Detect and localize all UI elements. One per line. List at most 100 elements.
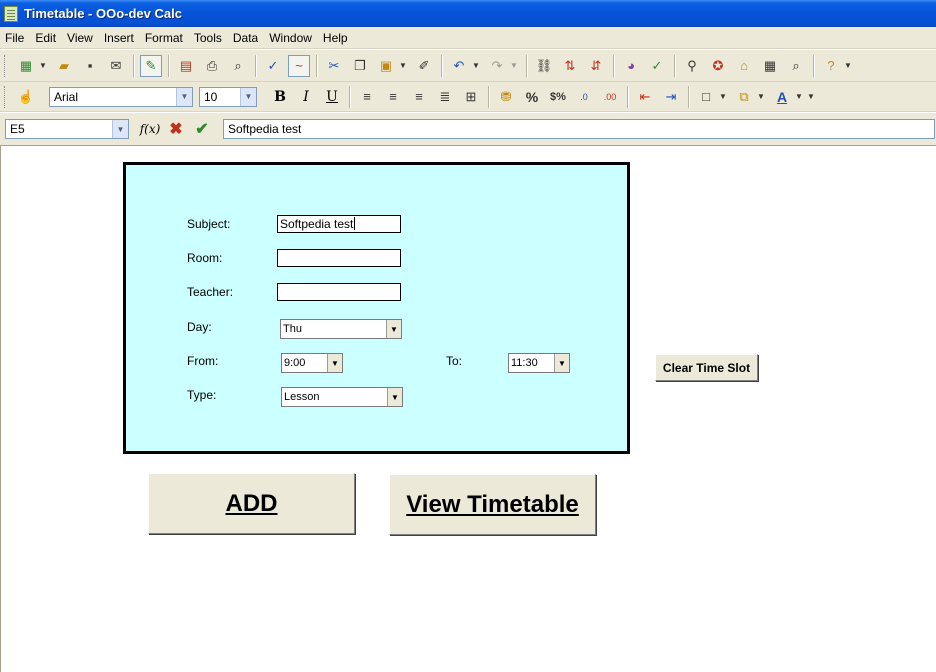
background-dropdown-arrow-icon[interactable]: ▼ xyxy=(755,86,767,108)
to-select[interactable]: 11:30 ▼ xyxy=(508,353,570,373)
title-bar[interactable]: Timetable - OOo-dev Calc xyxy=(0,0,936,27)
menu-format[interactable]: Format xyxy=(140,31,189,45)
toolbar-separator xyxy=(688,85,689,108)
chevron-down-icon[interactable]: ▼ xyxy=(176,87,192,106)
toolbar-options-arrow-icon[interactable]: ▼ xyxy=(842,55,854,77)
teacher-input[interactable] xyxy=(277,283,401,301)
increase-indent-icon[interactable]: ⇥ xyxy=(660,86,682,108)
underline-button[interactable]: U xyxy=(321,86,343,108)
draw-functions-icon[interactable]: ✓ xyxy=(646,55,668,77)
find-replace-icon[interactable]: ⚲ xyxy=(681,55,703,77)
spellcheck-icon[interactable]: ✓ xyxy=(262,55,284,77)
formula-content: Softpedia test xyxy=(228,122,302,136)
view-timetable-button[interactable]: View Timetable xyxy=(389,474,596,535)
bold-icon: B xyxy=(274,88,286,105)
sort-descending-icon[interactable]: ⇵ xyxy=(585,55,607,77)
autospellcheck-icon[interactable]: ~ xyxy=(288,54,310,77)
formula-input[interactable]: Softpedia test xyxy=(223,119,935,139)
font-name-value: Arial xyxy=(54,89,79,104)
gallery-icon[interactable]: ⌂ xyxy=(733,55,755,77)
redo-icon[interactable]: ↷ xyxy=(486,55,508,77)
from-select[interactable]: 9:00 ▼ xyxy=(281,353,343,373)
menu-help[interactable]: Help xyxy=(318,31,354,45)
toolbar-separator xyxy=(316,54,317,77)
menu-tools[interactable]: Tools xyxy=(189,31,228,45)
cancel-icon[interactable]: ✖ xyxy=(165,118,187,140)
save-icon[interactable]: ▪ xyxy=(79,55,101,77)
clear-time-slot-button[interactable]: Clear Time Slot xyxy=(655,354,758,381)
function-wizard-button[interactable]: f(x) xyxy=(139,118,161,140)
menu-view[interactable]: View xyxy=(62,31,99,45)
accept-icon[interactable]: ✔ xyxy=(191,118,213,140)
sort-ascending-icon[interactable]: ⇅ xyxy=(559,55,581,77)
borders-icon[interactable]: □ xyxy=(695,86,717,108)
align-center-icon[interactable]: ≡ xyxy=(382,86,404,108)
menu-window[interactable]: Window xyxy=(264,31,318,45)
add-decimal-icon[interactable]: .0 xyxy=(573,86,595,108)
cut-icon[interactable]: ✂ xyxy=(323,55,345,77)
font-size-combo[interactable]: 10 ▼ xyxy=(199,86,257,107)
align-right-icon[interactable]: ≡ xyxy=(408,86,430,108)
bold-button[interactable]: B xyxy=(269,86,291,108)
decrease-indent-icon[interactable]: ⇤ xyxy=(634,86,656,108)
room-input[interactable] xyxy=(277,249,401,267)
type-value: Lesson xyxy=(284,391,320,403)
font-name-combo[interactable]: Arial ▼ xyxy=(49,86,193,107)
edit-file-icon[interactable]: ✎ xyxy=(140,54,162,77)
paste-icon[interactable]: ▣ xyxy=(375,55,397,77)
chevron-down-icon[interactable]: ▼ xyxy=(387,388,402,406)
export-pdf-icon[interactable]: ▤ xyxy=(175,55,197,77)
background-color-icon[interactable]: ⧉ xyxy=(733,86,755,108)
standard-format-button[interactable]: $% xyxy=(547,86,569,108)
chevron-down-icon[interactable]: ▼ xyxy=(327,354,342,372)
chevron-down-icon[interactable]: ▼ xyxy=(240,87,256,106)
borders-dropdown-arrow-icon[interactable]: ▼ xyxy=(717,86,729,108)
toolbar-options-arrow-icon[interactable]: ▼ xyxy=(805,86,817,108)
undo-dropdown-arrow-icon[interactable]: ▼ xyxy=(470,55,482,77)
percent-format-button[interactable]: % xyxy=(521,86,543,108)
print-icon[interactable]: ⎙ xyxy=(201,55,223,77)
justify-icon[interactable]: ≣ xyxy=(434,86,456,108)
align-left-icon[interactable]: ≡ xyxy=(356,86,378,108)
add-button[interactable]: ADD xyxy=(148,473,355,534)
spreadsheet-area[interactable]: Subject: Softpedia test Room: Teacher: D… xyxy=(0,146,936,672)
cell-reference: E5 xyxy=(10,122,25,136)
delete-decimal-icon[interactable]: .00 xyxy=(599,86,621,108)
email-icon[interactable]: ✉ xyxy=(105,55,127,77)
clone-formatting-icon[interactable]: ✐ xyxy=(413,55,435,77)
chevron-down-icon[interactable]: ▼ xyxy=(386,320,401,338)
italic-button[interactable]: I xyxy=(295,86,317,108)
toolbar-grip[interactable] xyxy=(4,54,7,77)
type-select[interactable]: Lesson ▼ xyxy=(281,387,403,407)
help-icon[interactable]: ? xyxy=(820,55,842,77)
chevron-down-icon[interactable]: ▼ xyxy=(554,354,569,372)
toolbar-grip[interactable] xyxy=(4,85,7,108)
menu-data[interactable]: Data xyxy=(228,31,264,45)
font-color-dropdown-arrow-icon[interactable]: ▼ xyxy=(793,86,805,108)
merge-cells-icon[interactable]: ⊞ xyxy=(460,86,482,108)
undo-icon[interactable]: ↶ xyxy=(448,55,470,77)
underline-icon: U xyxy=(326,88,338,105)
new-document-icon[interactable]: ▦ xyxy=(15,55,37,77)
new-dropdown-arrow-icon[interactable]: ▼ xyxy=(37,55,49,77)
page-preview-icon[interactable]: ⌕ xyxy=(227,55,249,77)
day-select[interactable]: Thu ▼ xyxy=(280,319,402,339)
menu-edit[interactable]: Edit xyxy=(30,31,62,45)
menu-file[interactable]: File xyxy=(0,31,30,45)
open-folder-icon[interactable]: ▰ xyxy=(53,55,75,77)
name-box[interactable]: E5 ▼ xyxy=(5,119,129,139)
chevron-down-icon[interactable]: ▼ xyxy=(112,120,128,138)
copy-icon[interactable]: ❐ xyxy=(349,55,371,77)
navigator-icon[interactable]: ✪ xyxy=(707,55,729,77)
font-color-button[interactable]: A xyxy=(771,86,793,108)
paste-dropdown-arrow-icon[interactable]: ▼ xyxy=(397,55,409,77)
currency-format-icon[interactable]: ⛃ xyxy=(495,86,517,108)
redo-dropdown-arrow-icon[interactable]: ▼ xyxy=(508,55,520,77)
hyperlink-icon[interactable]: ⛓ xyxy=(533,55,555,77)
data-sources-icon[interactable]: ▦ xyxy=(759,55,781,77)
menu-insert[interactable]: Insert xyxy=(99,31,140,45)
zoom-icon[interactable]: ⌕ xyxy=(785,55,807,77)
subject-input[interactable]: Softpedia test xyxy=(277,215,401,233)
styles-formatting-icon[interactable]: ☝ xyxy=(15,86,37,108)
chart-icon[interactable]: ◕ xyxy=(620,55,642,77)
